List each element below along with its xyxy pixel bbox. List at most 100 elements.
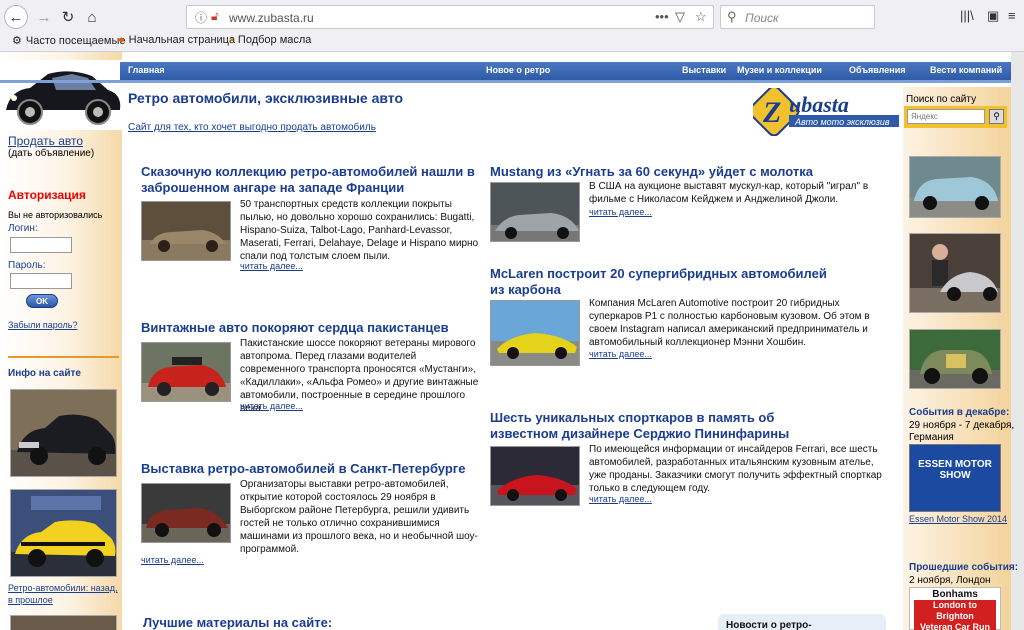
- article-image-pininfarina[interactable]: [490, 446, 580, 506]
- right-thumb-hotrod[interactable]: [909, 329, 1001, 389]
- article-image-mustang[interactable]: [490, 182, 580, 242]
- best-materials-heading: Лучшие материалы на сайте:: [143, 615, 333, 630]
- article-text: По имеющейся информации от инсайдеров Fe…: [589, 444, 882, 494]
- login-ok-button[interactable]: OK: [26, 294, 58, 308]
- bonhams-event-line1: London to Brighton: [914, 600, 996, 622]
- more-actions-icon[interactable]: •••: [655, 9, 669, 24]
- bonhams-banner[interactable]: Bonhams London to Brighton Veteran Car R…: [909, 587, 1001, 630]
- read-more-link[interactable]: читать далее...: [589, 494, 652, 504]
- menu-icon[interactable]: ≡: [1008, 8, 1016, 23]
- zubasta-logo[interactable]: Z ubasta Авто мото эксклюзив: [748, 85, 903, 137]
- past-events-title: Прошедшие события:: [909, 562, 1019, 573]
- article-text: В США на аукционе выставят мускул-кар, к…: [589, 181, 869, 205]
- read-more-link[interactable]: читать далее...: [240, 401, 303, 411]
- insecure-lock-icon: 🔓︎: [211, 9, 219, 23]
- nav-divider: [0, 80, 1011, 83]
- forgot-password-link[interactable]: Забыли пароль?: [8, 320, 77, 330]
- library-icon[interactable]: |||\: [960, 8, 974, 23]
- search-icon: ⚲: [727, 9, 737, 24]
- essen-motor-show-image[interactable]: ESSEN MOTOR SHOW: [909, 444, 1001, 512]
- home-icon[interactable]: ⌂: [80, 6, 104, 28]
- read-more-link[interactable]: читать далее...: [240, 261, 303, 271]
- right-thumb-blue-car[interactable]: [909, 156, 1001, 218]
- read-more-link[interactable]: читать далее...: [589, 349, 652, 359]
- scrollbar-area[interactable]: [1011, 52, 1024, 630]
- auth-title: Авторизация: [8, 188, 86, 202]
- article-title[interactable]: Выставка ретро-автомобилей в Санкт-Петер…: [141, 461, 481, 477]
- sidebar-icon[interactable]: ▣: [987, 8, 999, 24]
- sell-car-subtext: (дать объявление): [8, 148, 95, 159]
- site-title: Ретро автомобили, эксклюзивные авто: [128, 90, 404, 106]
- site-search-input[interactable]: [907, 109, 985, 124]
- retro-car-banner-image: [0, 60, 125, 130]
- nav-exhibitions[interactable]: Выставки: [682, 65, 726, 75]
- main-nav: Главная Новое о ретро Выставки Музеи и к…: [120, 62, 1011, 80]
- browser-search-input[interactable]: ⚲ Поиск: [720, 5, 875, 29]
- info-title: Инфо на сайте: [8, 368, 81, 379]
- article-image-mclaren[interactable]: [490, 300, 580, 366]
- svg-text:ubasta: ubasta: [789, 92, 849, 117]
- retro-news-box: Новости о ретро-: [718, 614, 886, 630]
- info-icon[interactable]: ⓘ: [195, 9, 207, 26]
- password-field[interactable]: [10, 273, 72, 289]
- past-events-date: 2 ноября, Лондон: [909, 575, 991, 586]
- read-more-link[interactable]: читать далее...: [141, 555, 204, 565]
- info-thumb-3[interactable]: [10, 615, 117, 630]
- bonhams-logo-text: Bonhams: [932, 589, 978, 600]
- nav-company-news[interactable]: Вести компаний: [930, 65, 1002, 75]
- read-more-link[interactable]: читать далее...: [589, 207, 652, 217]
- gear-icon: ⚙: [12, 35, 22, 47]
- article-text: Организаторы выставки ретро-автомобилей,…: [240, 479, 478, 555]
- article-image-red-car[interactable]: [141, 342, 231, 402]
- login-label: Логин:: [8, 223, 38, 234]
- search-placeholder: Поиск: [745, 11, 779, 25]
- essen-motor-show-link[interactable]: Essen Motor Show 2014: [909, 514, 1007, 524]
- article-text: Компания McLaren Automotive построит 20 …: [589, 298, 870, 348]
- web-page: Главная Новое о ретро Выставки Музеи и к…: [0, 52, 1024, 630]
- url-text[interactable]: www.zubasta.ru: [229, 11, 314, 25]
- bookmark-most-visited[interactable]: ⚙ Часто посещаемые: [12, 34, 125, 48]
- oil-icon: ▪: [230, 34, 234, 46]
- svg-text:Z: Z: [762, 96, 781, 129]
- article-title[interactable]: Шесть уникальных спорткаров в память об …: [490, 410, 840, 442]
- site-subtitle-link[interactable]: Сайт для тех, кто хочет выгодно продать …: [128, 122, 376, 133]
- article-text: 50 транспортных средств коллекции покрыт…: [240, 199, 479, 262]
- sell-car-link[interactable]: Продать авто: [8, 134, 83, 148]
- article-image-hangar[interactable]: [141, 201, 231, 261]
- back-arrow-icon[interactable]: ←: [4, 5, 28, 29]
- bonhams-event-line2: Veteran Car Run: [914, 622, 996, 630]
- svg-text:Авто мото эксклюзив: Авто мото эксклюзив: [794, 117, 890, 127]
- nav-ads[interactable]: Объявления: [849, 65, 906, 75]
- bookmark-oil[interactable]: ▪ Подбор масла: [230, 34, 311, 46]
- pocket-icon[interactable]: ▽: [675, 9, 685, 25]
- auth-status: Вы не авторизовались: [8, 210, 103, 220]
- reload-icon[interactable]: ↻: [56, 6, 80, 28]
- bookmarks-toolbar: ⚙ Часто посещаемые ● Начальная страница ▪ П…: [0, 30, 1024, 50]
- url-bar[interactable]: ⓘ 🔓︎ www.zubasta.ru ••• ▽ ☆: [186, 5, 714, 29]
- info-caption-link[interactable]: Ретро-автомобили: назад, в прошлое: [8, 582, 118, 606]
- bookmark-start-page[interactable]: ● Начальная страница: [118, 34, 235, 46]
- article-image-expo[interactable]: [141, 483, 231, 543]
- forward-arrow-icon[interactable]: →: [32, 6, 56, 28]
- article-title[interactable]: Винтажные авто покоряют сердца пакистанц…: [141, 320, 481, 336]
- password-label: Пароль:: [8, 260, 46, 271]
- article-title[interactable]: Mustang из «Угнать за 60 секунд» уйдет с…: [490, 164, 840, 180]
- right-thumb-lady-car[interactable]: [909, 233, 1001, 313]
- site-search-label: Поиск по сайту: [906, 94, 977, 105]
- left-divider: [8, 356, 119, 358]
- bookmark-star-icon[interactable]: ☆: [695, 9, 707, 25]
- search-icon: ⚲: [993, 111, 1000, 121]
- nav-museums[interactable]: Музеи и коллекции: [737, 65, 822, 75]
- info-thumb-volga[interactable]: [10, 389, 117, 477]
- login-field[interactable]: [10, 237, 72, 253]
- browser-chrome: ← → ↻ ⌂ ⓘ 🔓︎ www.zubasta.ru ••• ▽ ☆ ⚲ По…: [0, 0, 1024, 52]
- nav-retro-news[interactable]: Новое о ретро: [486, 65, 550, 75]
- info-thumb-yellow-car[interactable]: [10, 489, 117, 577]
- site-search-button[interactable]: ⚲: [989, 109, 1004, 124]
- nav-home[interactable]: Главная: [128, 65, 165, 75]
- events-title: События в декабре:: [909, 407, 1010, 418]
- firefox-icon: ●: [118, 34, 125, 46]
- article-title[interactable]: McLaren построит 20 супергибридных автом…: [490, 266, 840, 298]
- article-title[interactable]: Сказочную коллекцию ретро-автомобилей на…: [141, 164, 481, 196]
- events-date: 29 ноября - 7 декабря, Германия: [909, 420, 1015, 443]
